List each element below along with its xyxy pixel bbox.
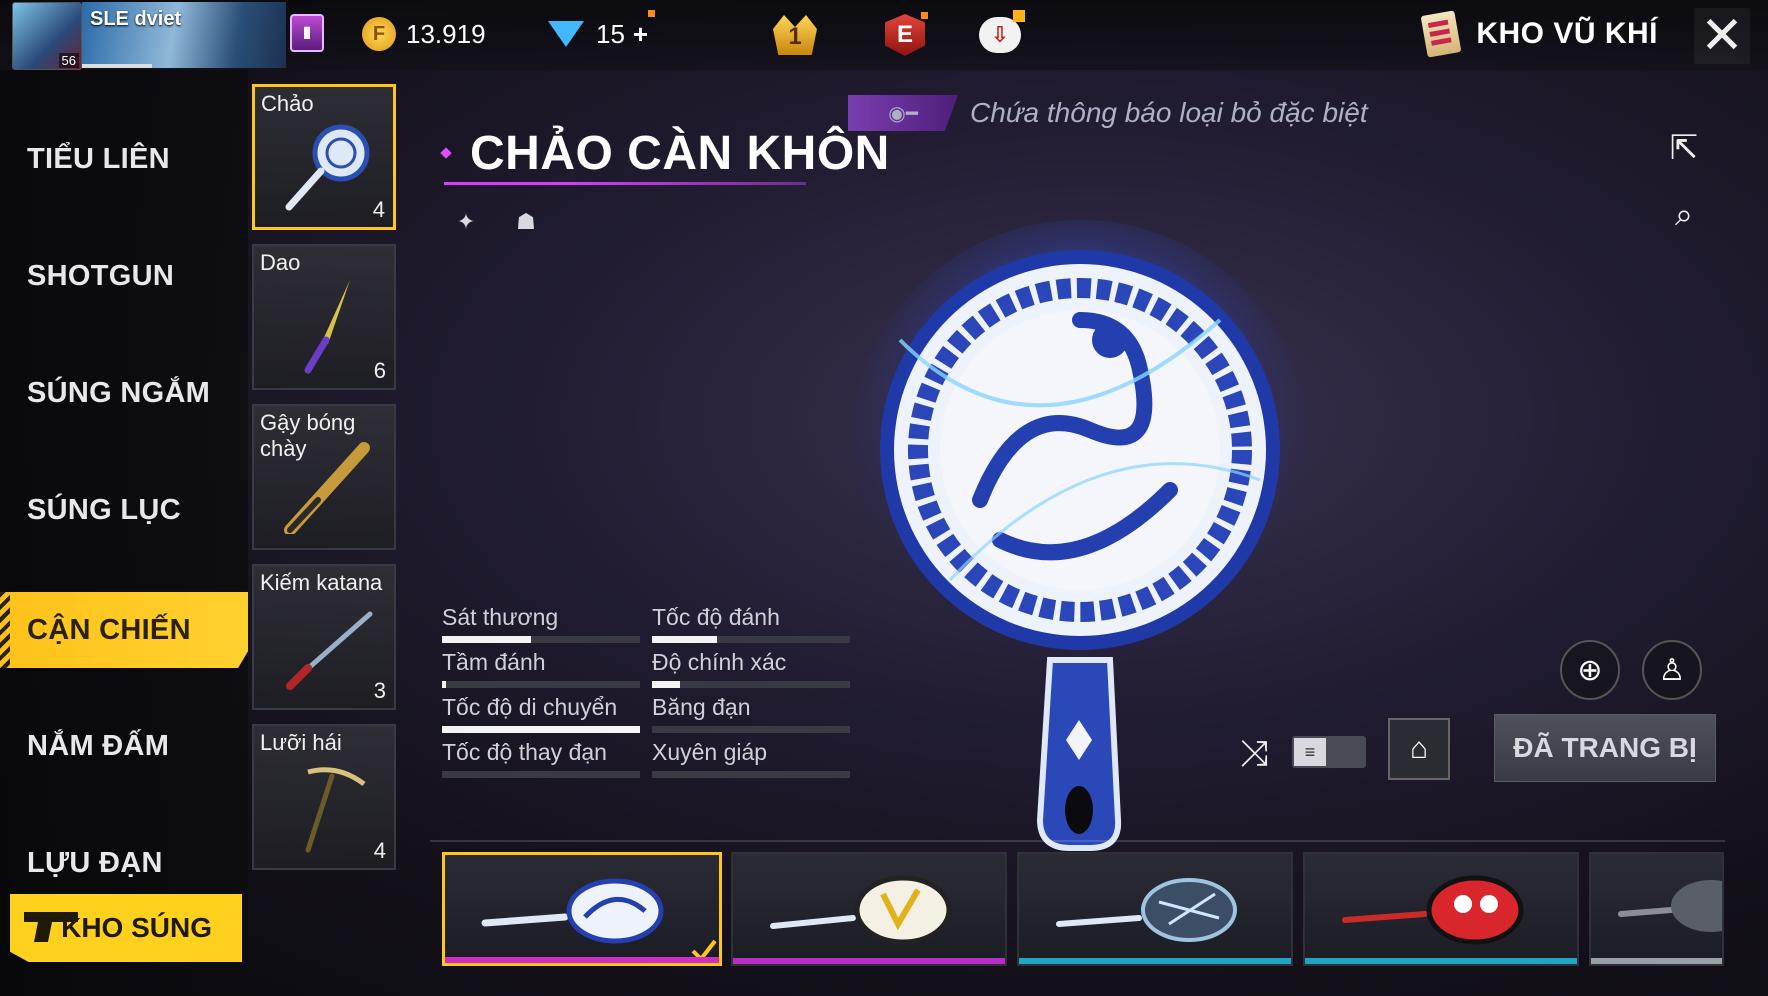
equipped-button[interactable]: ĐÃ TRANG BỊ (1494, 714, 1716, 782)
stat-bar (652, 771, 850, 778)
diamond-icon (548, 21, 584, 47)
category-luu-dan[interactable]: LỰU ĐẠN (0, 828, 248, 898)
player-avatar[interactable]: 56 (12, 2, 82, 70)
armory-book-icon (1420, 10, 1462, 58)
skin-card[interactable] (1017, 852, 1293, 966)
gift-icon (1013, 10, 1025, 22)
rarity-bar (1305, 958, 1577, 964)
stat-bang-dan: Băng đạn (652, 694, 850, 736)
house-star-icon: ⌂ (1409, 732, 1429, 765)
gold-amount: 13.919 (406, 18, 486, 49)
title-underline (444, 182, 806, 185)
notification-dot (648, 10, 655, 17)
dragon-pan-skin-icon (481, 878, 717, 963)
rank-crown-icon[interactable]: 1 (770, 12, 820, 58)
rarity-bar (1019, 958, 1291, 964)
stat-toc-do-thay-dan: Tốc độ thay đạn (442, 739, 640, 781)
knife-icon (304, 280, 350, 374)
player-level: 56 (58, 53, 79, 68)
sickle-icon (305, 767, 366, 853)
character-action-icon[interactable]: ☗ (506, 202, 546, 242)
player-banner[interactable]: SLE dviet (82, 2, 286, 68)
stat-toc-do-danh: Tốc độ đánh (652, 604, 850, 646)
baseball-bat-icon (284, 442, 370, 534)
zoom-in-button[interactable]: ⊕ (1560, 640, 1620, 700)
close-button[interactable]: ✕ (1694, 7, 1750, 65)
stat-bar (442, 771, 640, 778)
close-icon: ✕ (1700, 7, 1744, 65)
special-notice: ◉━ Chứa thông báo loại bỏ đặc biệt (848, 94, 1388, 132)
weapon-card-kiem-katana[interactable]: Kiếm katana 3 (252, 564, 396, 710)
category-can-chien[interactable]: CẬN CHIẾN (0, 592, 248, 668)
weapon-card-luoi-hai[interactable]: Lưỡi hái 4 (252, 724, 396, 870)
shuffle-icon: ⤨ (1239, 732, 1269, 773)
stat-xuyen-giap: Xuyên giáp (652, 739, 850, 781)
category-nam-dam[interactable]: NẮM ĐẤM (0, 711, 248, 781)
stat-bar (442, 726, 640, 733)
diamond-counter[interactable]: 15 + (548, 10, 655, 52)
character-preview-button[interactable]: ♙ (1642, 640, 1702, 700)
elite-pass-icon[interactable]: E (880, 12, 930, 58)
skull-pan-skin-icon (770, 875, 952, 945)
stat-bar (652, 681, 850, 688)
weapon-card-gay-bong-chay[interactable]: Gậy bóng chày (252, 404, 396, 550)
lobby-display-button[interactable]: ⌂ (1388, 718, 1450, 780)
category-sung-luc[interactable]: SÚNG LỤC (0, 475, 248, 545)
stat-bar (652, 726, 850, 733)
skin-card[interactable] (1303, 852, 1579, 966)
cloud-gift-icon[interactable]: ⇩ (975, 10, 1025, 58)
katana-icon (286, 611, 373, 690)
gray-pan-skin-icon (1618, 880, 1722, 932)
rarity-bar (1591, 958, 1722, 964)
kho-sung-button[interactable]: KHO SÚNG (10, 894, 242, 962)
category-shotgun[interactable]: SHOTGUN (0, 241, 248, 311)
character-icon: ♙ (1658, 653, 1686, 687)
skin-card[interactable] (442, 852, 722, 966)
random-toggle[interactable]: ≡ (1292, 736, 1366, 768)
stat-bar (652, 636, 850, 643)
rarity-bar (733, 958, 1005, 964)
pan-icon (285, 124, 370, 211)
zoom-in-icon: ⊕ (1577, 653, 1603, 687)
rarity-bar (445, 957, 719, 963)
effect-icon[interactable]: ✦ (446, 202, 486, 242)
diamond-amount: 15 (596, 18, 625, 49)
share-icon[interactable]: ⇱ (1662, 128, 1706, 168)
stat-toc-do-di-chuyen: Tốc độ di chuyển (442, 694, 640, 736)
list-icon: ≡ (1294, 738, 1326, 766)
weapon-card-chao[interactable]: Chảo 4 (252, 84, 396, 230)
gold-coin-icon: F (362, 17, 396, 51)
skin-strip-divider (430, 840, 1725, 842)
add-diamond-button[interactable]: + (633, 19, 648, 50)
rank-shield-icon[interactable]: ▮ (290, 14, 324, 52)
stat-sat-thuong: Sát thương (442, 604, 640, 646)
stat-tam-danh: Tầm đánh (442, 649, 640, 691)
category-tieu-lien[interactable]: TIỂU LIÊN (0, 124, 248, 194)
lightning-pan-skin-icon (1056, 878, 1237, 942)
notification-dot (921, 12, 928, 19)
player-name: SLE dviet (90, 8, 182, 30)
xp-bar (82, 64, 152, 68)
gun-icon (24, 912, 78, 942)
screen-title: KHO VŨ KHÍ (1420, 10, 1658, 58)
gold-counter: F 13.919 (362, 16, 486, 52)
red-face-pan-skin-icon (1342, 875, 1524, 945)
inspect-details-icon[interactable]: ⌕ (1662, 196, 1706, 240)
weapon-card-dao[interactable]: Dao 6 (252, 244, 396, 390)
weapon-title: CHẢO CÀN KHÔN (442, 122, 890, 184)
stat-bar (442, 636, 640, 643)
stat-do-chinh-xac: Độ chính xác (652, 649, 850, 691)
shuffle-button[interactable]: ⤨ (1230, 732, 1278, 774)
category-sung-ngam[interactable]: SÚNG NGẮM (0, 358, 248, 428)
skin-card[interactable] (1589, 852, 1724, 966)
skin-card[interactable] (731, 852, 1007, 966)
stat-bar (442, 681, 640, 688)
